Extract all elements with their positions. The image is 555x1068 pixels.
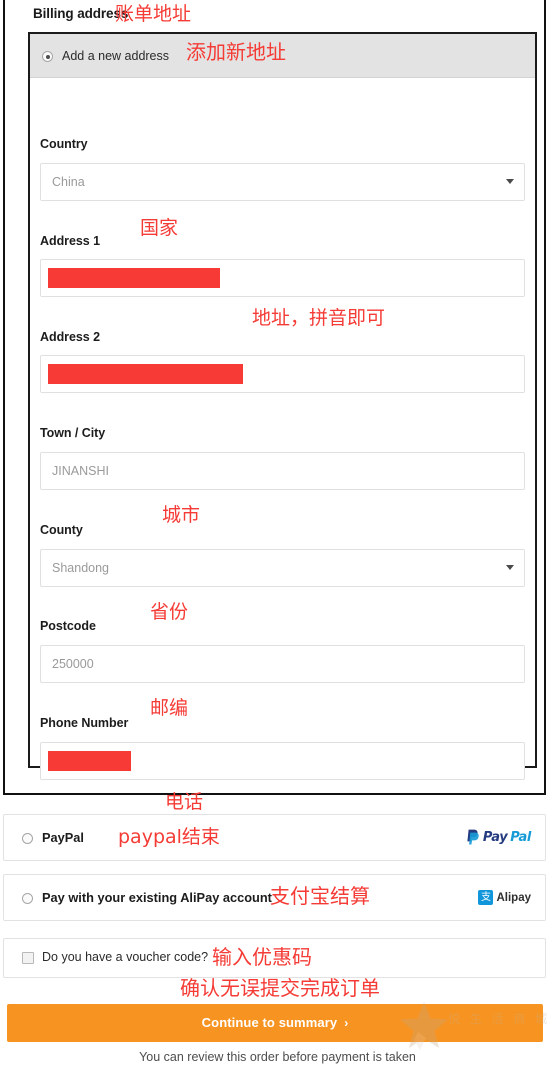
paypal-radio-icon[interactable] (22, 833, 33, 844)
address1-annotation: 地址，拼音即可 (252, 307, 386, 329)
address-panel: Add a new address 添加新地址 Country China 国家… (28, 32, 537, 812)
country-label: Country (40, 137, 88, 151)
billing-heading-annotation: 账单地址 (115, 3, 192, 25)
county-annotation: 省份 (150, 601, 189, 623)
phone-number-annotation: 电话 (165, 791, 204, 813)
country-annotation: 国家 (140, 217, 179, 239)
alipay-label: Pay with your existing AliPay account (42, 890, 272, 905)
alipay-annotation: 支付宝结算 (270, 884, 370, 908)
payment-option-alipay[interactable]: Pay with your existing AliPay account 支付… (3, 874, 546, 921)
phone-number-redaction (48, 751, 131, 771)
cta-annotation: 确认无误提交完成订单 (180, 976, 380, 1000)
town-city-value: JINANSHI (52, 464, 109, 478)
payment-option-paypal[interactable]: PayPal paypal结束 Pay Pal (3, 814, 546, 861)
address2-redaction (48, 364, 243, 384)
town-city-annotation: 城市 (162, 504, 201, 526)
voucher-checkbox[interactable] (22, 952, 34, 964)
phone-number-input[interactable] (40, 742, 525, 780)
chevron-right-icon: › (344, 1016, 349, 1030)
address1-redaction (48, 268, 220, 288)
voucher-code-row[interactable]: Do you have a voucher code? 输入优惠码 (3, 938, 546, 978)
add-new-address-option[interactable]: Add a new address 添加新地址 (30, 34, 535, 78)
paypal-logo-text-a: Pay (482, 829, 508, 845)
county-select[interactable]: Shandong (40, 549, 525, 587)
alipay-mark-icon (478, 890, 494, 905)
billing-address-heading: Billing address (33, 6, 129, 21)
add-new-address-annotation: 添加新地址 (186, 40, 286, 64)
address2-label: Address 2 (40, 330, 100, 344)
county-label: County (40, 523, 83, 537)
continue-to-summary-label: Continue to summary › (7, 1015, 543, 1030)
alipay-radio-icon[interactable] (22, 893, 33, 904)
address1-input[interactable] (40, 259, 525, 297)
continue-to-summary-button[interactable]: Continue to summary › (7, 1004, 543, 1042)
town-city-input[interactable]: JINANSHI (40, 452, 525, 490)
chevron-down-icon (506, 179, 514, 184)
address2-input[interactable]: ngyu qingyu (40, 355, 525, 393)
postcode-annotation: 邮编 (150, 697, 189, 719)
add-new-address-radio-icon[interactable] (42, 51, 53, 62)
voucher-annotation: 输入优惠码 (212, 945, 312, 969)
paypal-annotation: paypal结束 (118, 826, 220, 848)
add-new-address-label: Add a new address (62, 49, 170, 63)
town-city-label: Town / City (40, 426, 106, 440)
postcode-input[interactable]: 250000 (40, 645, 525, 683)
cta-text: Continue to summary (201, 1015, 338, 1030)
alipay-logo-text: Alipay (496, 891, 531, 904)
voucher-label: Do you have a voucher code? (42, 950, 209, 964)
postcode-value: 250000 (52, 657, 94, 671)
paypal-label: PayPal (42, 830, 84, 845)
country-select[interactable]: China (40, 163, 525, 201)
billing-address-section: Billing address 账单地址 Add a new address 添… (3, 0, 546, 812)
postcode-label: Postcode (40, 619, 96, 633)
alipay-logo: Alipay (478, 890, 531, 905)
address1-label: Address 1 (40, 234, 100, 248)
paypal-logo-text-b: Pal (510, 829, 531, 845)
phone-number-label: Phone Number (40, 716, 129, 730)
paypal-logo: Pay Pal (466, 829, 531, 845)
county-value: Shandong (52, 561, 110, 575)
country-value: China (52, 175, 85, 189)
chevron-down-icon (506, 565, 514, 570)
review-order-note: You can review this order before payment… (139, 1050, 416, 1064)
